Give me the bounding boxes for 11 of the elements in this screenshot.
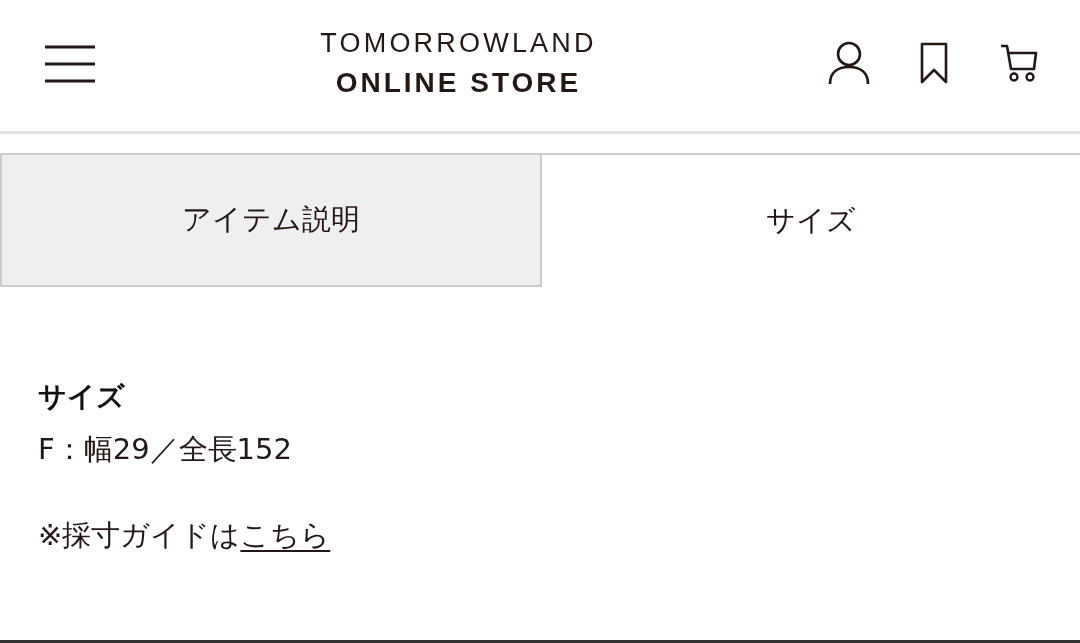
size-text: F：幅29／全長152 [38, 431, 293, 468]
logo-text[interactable]: TOMORROWLAND [320, 27, 597, 58]
size-guide-link[interactable]: こちら [240, 518, 331, 552]
section-heading: サイズ [38, 379, 126, 415]
menu-icon[interactable] [45, 44, 95, 83]
bookmark-icon[interactable] [920, 41, 948, 84]
size-guide-text: ※採寸ガイドは こちら [38, 517, 332, 554]
user-icon[interactable] [828, 40, 870, 85]
logo-subtitle[interactable]: ONLINE STORE [335, 65, 582, 100]
cart-icon[interactable] [1000, 42, 1038, 83]
tab[interactable]: アイテム説明 [0, 153, 542, 287]
